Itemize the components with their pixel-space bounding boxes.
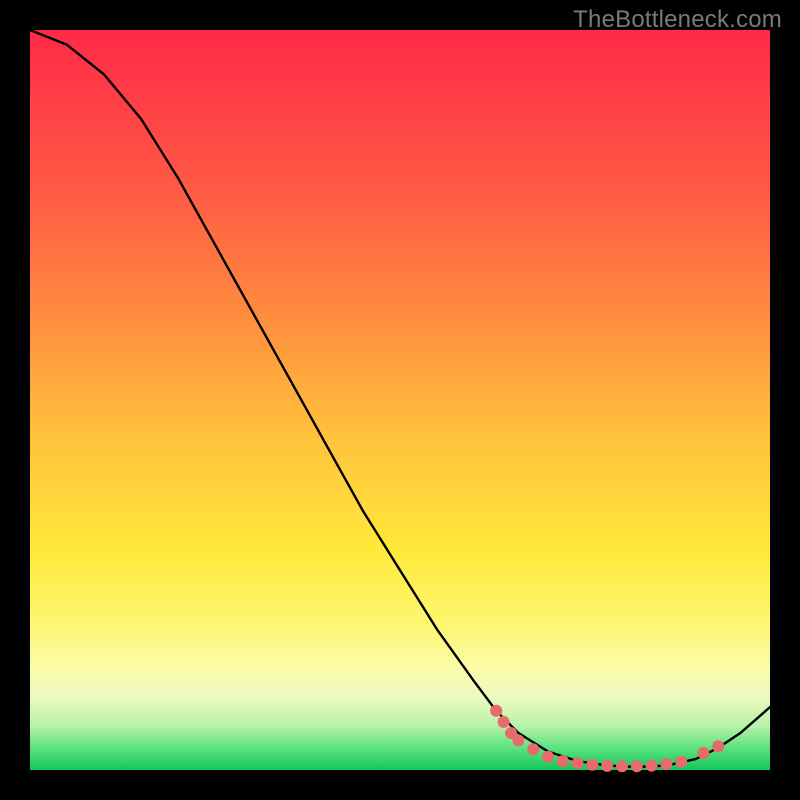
highlight-dot xyxy=(675,756,687,768)
highlight-dot xyxy=(572,757,584,769)
highlight-dot xyxy=(542,751,554,763)
highlight-dot xyxy=(616,760,628,772)
highlight-dot xyxy=(646,760,658,772)
highlight-dot xyxy=(498,716,510,728)
bottleneck-curve xyxy=(30,30,770,767)
highlight-dot xyxy=(697,747,709,759)
highlight-dot xyxy=(490,705,502,717)
chart-frame: TheBottleneck.com xyxy=(0,0,800,800)
highlight-dot xyxy=(712,740,724,752)
highlight-dot xyxy=(512,734,524,746)
highlight-dot xyxy=(660,758,672,770)
plot-area xyxy=(30,30,770,770)
highlight-dot xyxy=(631,760,643,772)
highlight-dot xyxy=(557,755,569,767)
highlight-dot xyxy=(601,760,613,772)
highlight-dot xyxy=(586,759,598,771)
highlight-dot xyxy=(527,743,539,755)
chart-svg xyxy=(30,30,770,770)
